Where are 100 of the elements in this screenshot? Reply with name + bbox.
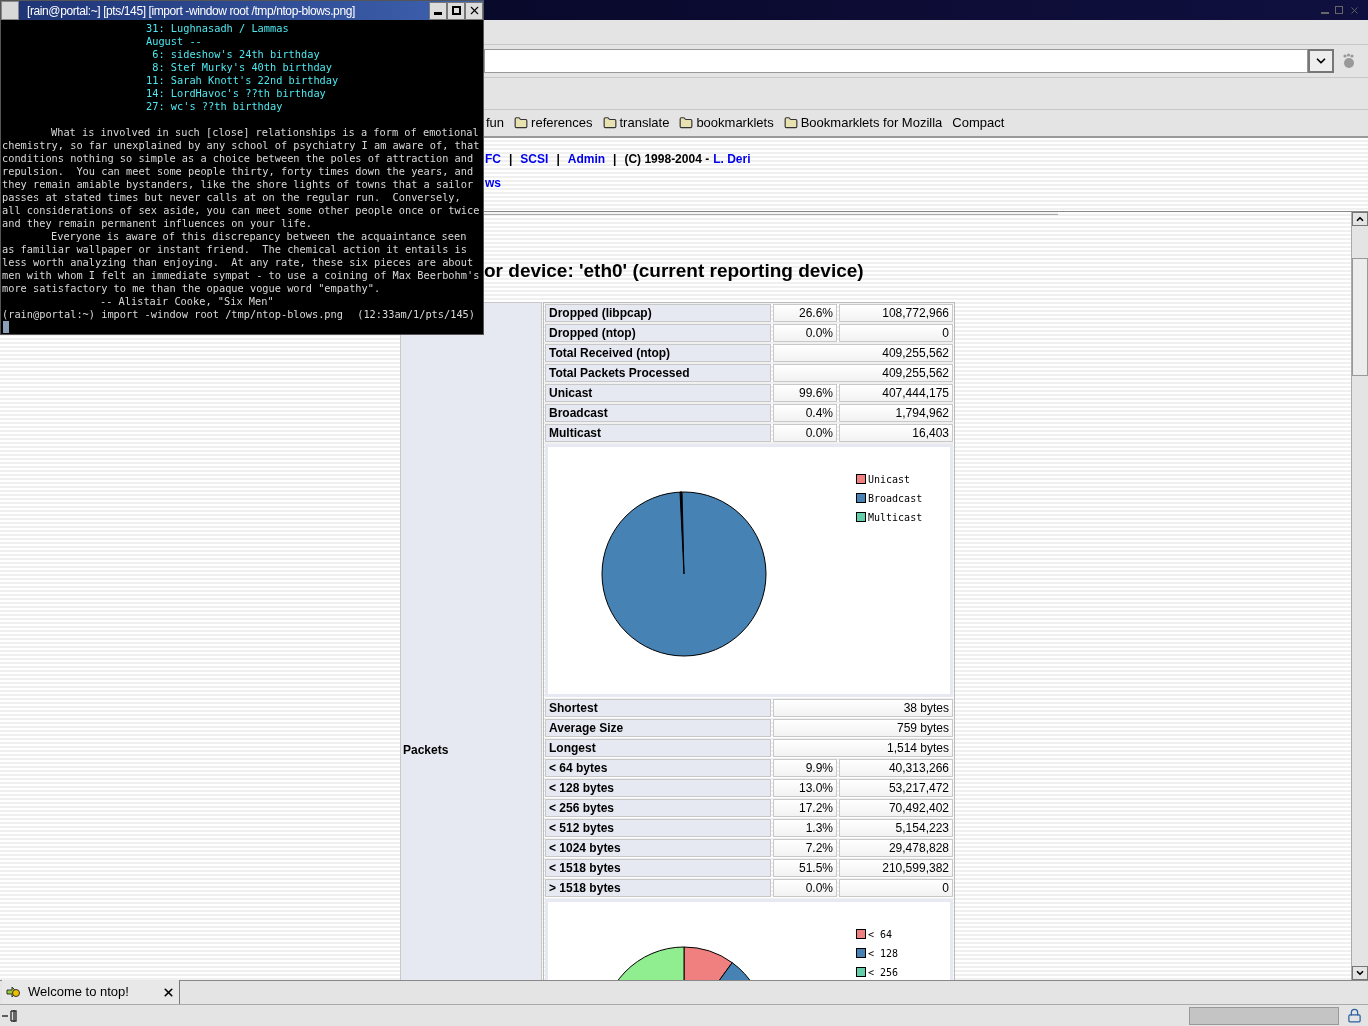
- row-label: < 256 bytes: [545, 798, 771, 817]
- row-label: Dropped (ntop): [545, 323, 771, 342]
- percent-cell: 99.6%: [773, 383, 837, 402]
- value-cell: 210,599,382: [839, 858, 953, 877]
- legend-label: < 64: [868, 927, 893, 942]
- tab-favicon-icon: [6, 986, 20, 998]
- percent-cell: 0.4%: [773, 403, 837, 422]
- terminal-line: Everyone is aware of this discrepancy between the acquaintance seen: [50, 230, 467, 243]
- value-cell: 5,154,223: [839, 818, 953, 837]
- page-heading: or device: 'eth0' (current reporting device): [484, 259, 864, 283]
- maximize-button[interactable]: [447, 1, 465, 20]
- row-label: Multicast: [545, 423, 771, 442]
- value-cell: 29,478,828: [839, 838, 953, 857]
- row-label: Shortest: [545, 698, 771, 717]
- window-menu-button[interactable]: [1, 1, 19, 20]
- value-cell: 407,444,175: [839, 383, 953, 402]
- terminal-line: 27: wc's ??th birthday: [145, 100, 283, 113]
- row-label: Broadcast: [545, 403, 771, 422]
- percent-cell: 1.3%: [773, 818, 837, 837]
- prompt-status: (12:33am/1/pts/145): [357, 308, 475, 321]
- bookmark-item[interactable]: fun: [486, 113, 505, 133]
- scroll-up-button[interactable]: [1352, 212, 1368, 226]
- row-label: Unicast: [545, 383, 771, 402]
- command-prompt: (rain@portal:~) import -window root /tmp/ntop-blows.png: [2, 308, 343, 321]
- terminal-line: they remain amiable bystanders, like the shore lights of towns that a sailor: [1, 178, 474, 191]
- value-cell: 409,255,562: [773, 343, 953, 362]
- value-cell: 70,492,402: [839, 798, 953, 817]
- terminal-line: 11: Sarah Knott's 22nd birthday: [145, 74, 339, 87]
- value-cell: 0: [839, 323, 953, 342]
- dropdown-button[interactable]: [1308, 49, 1334, 73]
- row-label: < 512 bytes: [545, 818, 771, 837]
- percent-cell: 7.2%: [773, 838, 837, 857]
- row-label: Total Packets Processed: [545, 363, 771, 382]
- legend-label: < 128: [868, 946, 899, 961]
- bookmark-item[interactable]: bookmarklets: [679, 113, 774, 133]
- separator-text: |: [509, 151, 513, 168]
- percent-cell: 26.6%: [773, 303, 837, 322]
- close-tab-icon[interactable]: [162, 985, 175, 999]
- url-field[interactable]: [484, 49, 1308, 73]
- terminal-line: more satisfactory to me than the opaque vogue word "empathy".: [1, 282, 381, 295]
- legend-label: < 256: [868, 965, 899, 980]
- bookmark-item[interactable]: translate: [602, 113, 670, 133]
- terminal-line: August --: [145, 35, 202, 48]
- minimize-button[interactable]: [429, 1, 447, 20]
- text-cursor: [3, 321, 9, 333]
- terminal-line: repulsion. You can meet some people thirty, forty times down the years, and: [1, 165, 474, 178]
- row-label: > 1518 bytes: [545, 878, 771, 897]
- row-label: Average Size: [545, 718, 771, 737]
- folder-icon: [679, 116, 694, 130]
- folder-icon: [783, 116, 798, 130]
- scroll-down-button[interactable]: [1352, 966, 1368, 980]
- terminal-line: 8: Stef Murky's 40th birthday: [151, 61, 332, 74]
- terminal-line: passes at stated times but never calls at on the regular run. Conversely,: [1, 191, 461, 204]
- percent-cell: 9.9%: [773, 758, 837, 777]
- footprint-icon[interactable]: [1342, 53, 1356, 69]
- window-title: [rain@portal:~] [pts/145] [import -window root /tmp/ntop-blows.png]: [26, 2, 356, 20]
- lock-icon: [1347, 1008, 1362, 1023]
- row-label: < 1518 bytes: [545, 858, 771, 877]
- separator-text: |: [613, 151, 617, 168]
- bookmark-item[interactable]: Compact: [952, 113, 1005, 133]
- percent-cell: 0.0%: [773, 423, 837, 442]
- percent-cell: 51.5%: [773, 858, 837, 877]
- minimize-icon: [434, 12, 442, 15]
- terminal-line: 14: LordHavoc's ??th birthday: [145, 87, 326, 100]
- separator-text: |: [556, 151, 560, 168]
- maximize-icon: [451, 6, 461, 15]
- header-link[interactable]: FC: [485, 150, 501, 168]
- close-button[interactable]: [465, 1, 483, 20]
- folder-icon: [514, 116, 529, 130]
- terminal-line: less worth analyzing than enjoying. At any rate, these six pieces are about: [1, 256, 474, 269]
- maximize-icon[interactable]: [1335, 6, 1343, 14]
- bookmark-item[interactable]: references: [514, 113, 593, 133]
- percent-cell: 0.0%: [773, 878, 837, 897]
- close-icon[interactable]: [1349, 4, 1360, 16]
- legend-label: Multicast: [868, 510, 923, 525]
- scrollbar[interactable]: [1351, 212, 1368, 980]
- value-cell: 108,772,966: [839, 303, 953, 322]
- value-cell: 409,255,562: [773, 363, 953, 382]
- terminal-line: men with whom I felt an immediate sympat - to use a coining of Max Beerbohm's: [1, 269, 480, 282]
- scroll-thumb[interactable]: [1352, 258, 1368, 376]
- value-cell: 53,217,472: [839, 778, 953, 797]
- value-cell: 40,313,266: [839, 758, 953, 777]
- row-label: Longest: [545, 738, 771, 757]
- value-cell: 759 bytes: [773, 718, 953, 737]
- terminal-line: 6: sideshow's 24th birthday: [151, 48, 320, 61]
- browser-tab[interactable]: Welcome to ntop!: [2, 980, 180, 1004]
- header-link[interactable]: L. Deri: [713, 150, 751, 168]
- terminal-line: -- Alistair Cooke, "Six Men": [99, 295, 274, 308]
- value-cell: 16,403: [839, 423, 953, 442]
- header-link[interactable]: Admin: [567, 150, 606, 168]
- header-link[interactable]: ws: [485, 174, 501, 192]
- terminal-line: 31: Lughnasadh / Lammas: [145, 22, 289, 35]
- row-label: < 128 bytes: [545, 778, 771, 797]
- terminal-line: as familiar wallpaper or instant friend. The chemical action it entails is: [1, 243, 467, 256]
- value-cell: 0: [839, 878, 953, 897]
- header-link[interactable]: SCSI: [520, 150, 549, 168]
- terminal-line: What is involved in such [close] relationships is a form of emotional: [50, 126, 479, 139]
- row-label: Dropped (libpcap): [545, 303, 771, 322]
- bookmark-item[interactable]: Bookmarklets for Mozilla: [783, 113, 943, 133]
- copyright-text: (C) 1998-2004 -: [624, 151, 710, 168]
